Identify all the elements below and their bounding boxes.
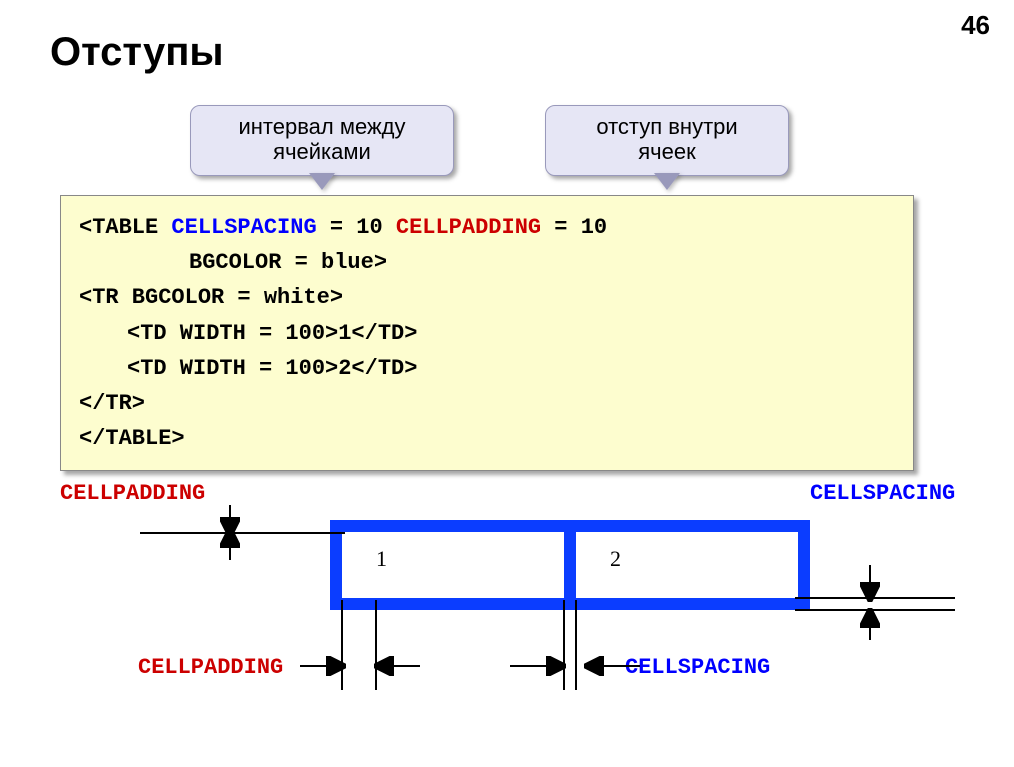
slide: 46 Отступы интервал между ячейками отсту… xyxy=(0,0,1014,767)
diagram-arrows xyxy=(0,0,1014,767)
